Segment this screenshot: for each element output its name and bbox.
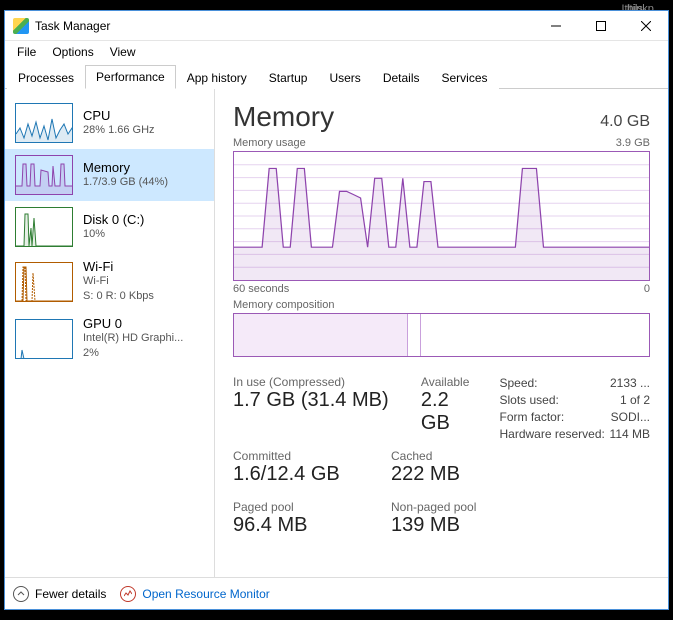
memory-composition-chart[interactable]	[233, 313, 650, 357]
memory-usage-chart[interactable]	[233, 151, 650, 281]
sidebar-item-wifi[interactable]: Wi-Fi Wi-Fi S: 0 R: 0 Kbps	[5, 253, 214, 310]
inuse-label: In use (Compressed)	[233, 375, 393, 389]
menu-file[interactable]: File	[9, 43, 44, 61]
available-label: Available	[421, 375, 480, 389]
minimize-button[interactable]	[533, 11, 578, 41]
sidebar: CPU 28% 1.66 GHz Memory 1.7/3.9 GB (44%)	[5, 89, 215, 577]
resource-monitor-icon	[120, 586, 136, 602]
available-value: 2.2 GB	[421, 389, 480, 435]
tab-processes[interactable]: Processes	[7, 66, 85, 89]
cpu-thumbnail	[15, 103, 73, 143]
main-panel: Memory 4.0 GB Memory usage 3.9 GB 60 sec…	[215, 89, 668, 577]
menu-view[interactable]: View	[102, 43, 144, 61]
nonpaged-label: Non-paged pool	[391, 500, 476, 514]
hw-value: 114 MB	[610, 426, 650, 443]
sidebar-sub-memory: 1.7/3.9 GB (44%)	[83, 175, 168, 190]
form-label: Form factor:	[499, 409, 564, 426]
tab-details[interactable]: Details	[372, 66, 431, 89]
speed-label: Speed:	[499, 375, 537, 392]
sidebar-sub-cpu: 28% 1.66 GHz	[83, 123, 155, 138]
content-area: CPU 28% 1.66 GHz Memory 1.7/3.9 GB (44%)	[5, 89, 668, 577]
sidebar-label-cpu: CPU	[83, 108, 155, 123]
menubar: File Options View	[5, 41, 668, 63]
stats-left: In use (Compressed) 1.7 GB (31.4 MB) Ava…	[233, 375, 479, 551]
sidebar-sub-gpu: Intel(R) HD Graphi...	[83, 331, 183, 346]
sidebar-sub2-wifi: S: 0 R: 0 Kbps	[83, 289, 154, 304]
fewer-details-label: Fewer details	[35, 587, 106, 601]
titlebar[interactable]: Task Manager	[5, 11, 668, 41]
page-title: Memory	[233, 101, 334, 133]
task-manager-window: Task Manager File Options View Processes…	[4, 10, 669, 610]
gpu-thumbnail	[15, 319, 73, 359]
sidebar-label-gpu: GPU 0	[83, 316, 183, 331]
speed-value: 2133 ...	[610, 375, 650, 392]
x-axis-left: 60 seconds	[233, 283, 289, 295]
app-icon	[13, 18, 29, 34]
tab-startup[interactable]: Startup	[258, 66, 319, 89]
memory-thumbnail	[15, 155, 73, 195]
tab-performance[interactable]: Performance	[85, 65, 176, 89]
committed-value: 1.6/12.4 GB	[233, 463, 363, 486]
resource-monitor-label: Open Resource Monitor	[142, 587, 269, 601]
close-icon	[641, 21, 651, 31]
chevron-up-icon	[13, 586, 29, 602]
disk-thumbnail	[15, 207, 73, 247]
sidebar-sub2-gpu: 2%	[83, 346, 183, 361]
close-button[interactable]	[623, 11, 668, 41]
open-resource-monitor-link[interactable]: Open Resource Monitor	[120, 586, 269, 602]
tab-users[interactable]: Users	[318, 66, 371, 89]
sidebar-sub-disk: 10%	[83, 227, 144, 242]
sidebar-item-disk[interactable]: Disk 0 (C:) 10%	[5, 201, 214, 253]
nonpaged-value: 139 MB	[391, 514, 476, 537]
maximize-button[interactable]	[578, 11, 623, 41]
committed-label: Committed	[233, 449, 363, 463]
form-value: SODI...	[611, 409, 650, 426]
fewer-details-button[interactable]: Fewer details	[13, 586, 106, 602]
usage-label: Memory usage	[233, 137, 306, 149]
minimize-icon	[551, 21, 561, 31]
comp-seg-inuse	[234, 314, 408, 356]
slots-value: 1 of 2	[620, 392, 650, 409]
menu-options[interactable]: Options	[44, 43, 101, 61]
tabstrip: Processes Performance App history Startu…	[5, 63, 668, 89]
sidebar-label-wifi: Wi-Fi	[83, 259, 154, 274]
footer: Fewer details Open Resource Monitor	[5, 577, 668, 609]
composition-label: Memory composition	[233, 299, 334, 311]
wifi-thumbnail	[15, 262, 73, 302]
sidebar-item-memory[interactable]: Memory 1.7/3.9 GB (44%)	[5, 149, 214, 201]
paged-value: 96.4 MB	[233, 514, 363, 537]
tab-services[interactable]: Services	[431, 66, 499, 89]
comp-seg-modified	[408, 314, 420, 356]
sidebar-item-gpu[interactable]: GPU 0 Intel(R) HD Graphi... 2%	[5, 310, 214, 367]
maximize-icon	[596, 21, 606, 31]
hw-label: Hardware reserved:	[499, 426, 604, 443]
slots-label: Slots used:	[499, 392, 558, 409]
window-title: Task Manager	[35, 19, 110, 33]
sidebar-item-cpu[interactable]: CPU 28% 1.66 GHz	[5, 97, 214, 149]
total-capacity: 4.0 GB	[600, 113, 650, 131]
sidebar-sub-wifi: Wi-Fi	[83, 274, 154, 289]
sidebar-label-memory: Memory	[83, 160, 168, 175]
paged-label: Paged pool	[233, 500, 363, 514]
stats-right: Speed: 2133 ... Slots used: 1 of 2 Form fa…	[499, 375, 650, 551]
tab-app-history[interactable]: App history	[176, 66, 258, 89]
cached-value: 222 MB	[391, 463, 460, 486]
cached-label: Cached	[391, 449, 460, 463]
usage-max: 3.9 GB	[616, 137, 650, 149]
x-axis-right: 0	[644, 283, 650, 295]
inuse-value: 1.7 GB (31.4 MB)	[233, 389, 393, 412]
sidebar-label-disk: Disk 0 (C:)	[83, 212, 144, 227]
